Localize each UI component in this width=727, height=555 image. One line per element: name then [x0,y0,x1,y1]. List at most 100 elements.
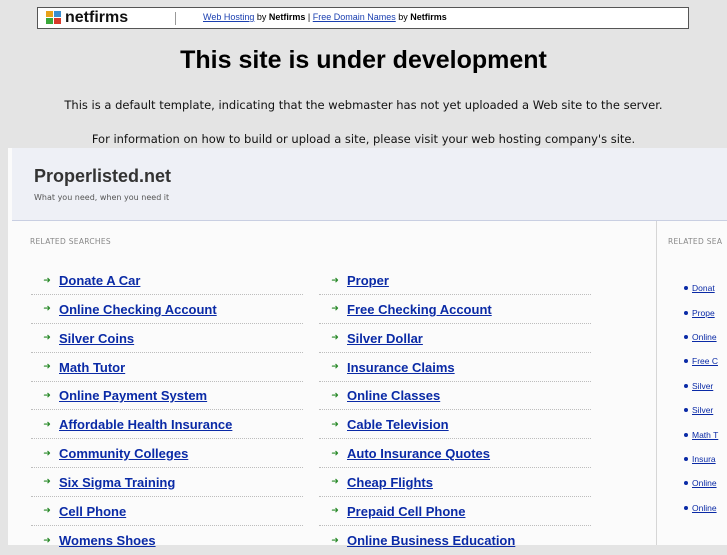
list-item: Math T [684,422,727,446]
parked-domain-panel: Properlisted.net What you need, when you… [8,148,727,548]
list-item: ➜ Cable Television [319,411,591,440]
free-domain-names-link[interactable]: Free Domain Names [313,12,396,22]
bullet-icon [684,456,688,461]
list-item: Donat [684,276,727,300]
side-search-link[interactable]: Silver [692,381,713,391]
arrow-right-icon: ➜ [331,304,339,315]
arrow-right-icon: ➜ [43,506,51,517]
list-item: Free C [684,349,727,373]
bullet-icon [684,408,688,413]
bullet-icon [684,432,688,437]
site-tagline: What you need, when you need it [34,193,170,202]
list-item: ➜ Math Tutor [31,354,303,382]
arrow-right-icon: ➜ [43,275,51,286]
related-search-link[interactable]: Affordable Health Insurance [59,417,232,432]
bullet-icon [684,359,688,364]
netfirms-logo-text: netfirms [65,9,129,26]
related-search-link[interactable]: Proper [347,273,389,288]
side-search-link[interactable]: Online [692,503,717,513]
list-item: Silver [684,374,727,398]
related-search-link[interactable]: Insurance Claims [347,360,455,375]
related-search-link[interactable]: Cell Phone [59,504,126,519]
list-item: Silver [684,398,727,422]
list-item: ➜ Online Business Education [319,527,591,555]
list-item: Online [684,325,727,349]
arrow-right-icon: ➜ [43,362,51,373]
side-search-link[interactable]: Insura [692,454,716,464]
side-search-link[interactable]: Prope [692,308,715,318]
list-item: ➜ Online Classes [319,382,591,411]
side-search-link[interactable]: Online [692,332,717,342]
web-hosting-link[interactable]: Web Hosting [203,12,254,22]
related-search-link[interactable]: Math Tutor [59,360,125,375]
list-item: Online [684,471,727,495]
netfirms-logo[interactable]: netfirms [46,9,128,27]
side-search-link[interactable]: Online [692,478,717,488]
list-item: ➜ Community Colleges [31,440,303,469]
side-search-link[interactable]: Math T [692,430,718,440]
list-item: ➜ Silver Dollar [319,325,591,353]
list-item: ➜ Proper [319,267,591,295]
related-searches-right: ➜ Proper ➜ Free Checking Account ➜ Silver D… [319,267,591,555]
page-title: This site is under development [180,46,547,74]
bar-divider [175,12,176,25]
netfirms-links: Web Hosting by Netfirms | Free Domain Na… [203,12,447,22]
arrow-right-icon: ➜ [331,448,339,459]
arrow-right-icon: ➜ [43,390,51,401]
list-item: ➜ Womens Shoes [31,527,303,555]
column-divider [656,221,657,545]
related-search-link[interactable]: Silver Dollar [347,331,423,346]
list-item: ➜ Silver Coins [31,325,303,353]
arrow-right-icon: ➜ [331,477,339,488]
list-item: ➜ Six Sigma Training [31,469,303,497]
arrow-right-icon: ➜ [331,362,339,373]
list-item: ➜ Cheap Flights [319,469,591,497]
arrow-right-icon: ➜ [43,448,51,459]
related-search-link[interactable]: Free Checking Account [347,302,492,317]
related-search-link[interactable]: Online Classes [347,388,440,403]
side-search-link[interactable]: Silver [692,405,713,415]
by-text: by [254,12,269,22]
related-search-link[interactable]: Womens Shoes [59,533,156,548]
default-template-notice: This is a default template, indicating t… [64,98,663,112]
bullet-icon [684,310,688,315]
related-search-link[interactable]: Online Checking Account [59,302,217,317]
list-item: Online [684,496,727,520]
arrow-right-icon: ➜ [331,333,339,344]
by-text: by [395,12,411,22]
related-search-link[interactable]: Online Business Education [347,533,515,548]
list-item: ➜ Insurance Claims [319,354,591,382]
arrow-right-icon: ➜ [43,535,51,546]
related-search-link[interactable]: Prepaid Cell Phone [347,504,465,519]
bullet-icon [684,286,688,291]
bullet-icon [684,481,688,486]
side-related-searches: Donat Prope Online Free C Silver Silver … [684,276,727,520]
side-search-link[interactable]: Free C [692,356,718,366]
related-search-link[interactable]: Six Sigma Training [59,475,175,490]
netfirms-bar: netfirms Web Hosting by Netfirms | Free … [37,7,689,29]
related-search-link[interactable]: Donate A Car [59,273,140,288]
list-item: ➜ Online Payment System [31,382,303,411]
list-item: ➜ Cell Phone [31,498,303,526]
side-search-link[interactable]: Donat [692,283,715,293]
site-name[interactable]: Properlisted.net [34,166,171,187]
netfirms-brand: Netfirms [410,12,447,22]
related-searches-label: RELATED SEARCHES [30,237,111,246]
list-item: ➜ Affordable Health Insurance [31,411,303,440]
related-search-link[interactable]: Cable Television [347,417,449,432]
related-search-link[interactable]: Silver Coins [59,331,134,346]
related-search-link[interactable]: Auto Insurance Quotes [347,446,490,461]
parked-header: Properlisted.net What you need, when you… [12,148,727,221]
list-item: Prope [684,300,727,324]
related-search-link[interactable]: Cheap Flights [347,475,433,490]
related-searches-left: ➜ Donate A Car ➜ Online Checking Account ➜… [31,267,303,555]
netfirms-brand: Netfirms [268,12,306,22]
related-search-link[interactable]: Online Payment System [59,388,207,403]
related-search-link[interactable]: Community Colleges [59,446,188,461]
arrow-right-icon: ➜ [331,535,339,546]
netfirms-logo-icon [46,11,64,25]
list-item: ➜ Auto Insurance Quotes [319,440,591,469]
arrow-right-icon: ➜ [331,419,339,430]
arrow-right-icon: ➜ [43,477,51,488]
arrow-right-icon: ➜ [43,333,51,344]
